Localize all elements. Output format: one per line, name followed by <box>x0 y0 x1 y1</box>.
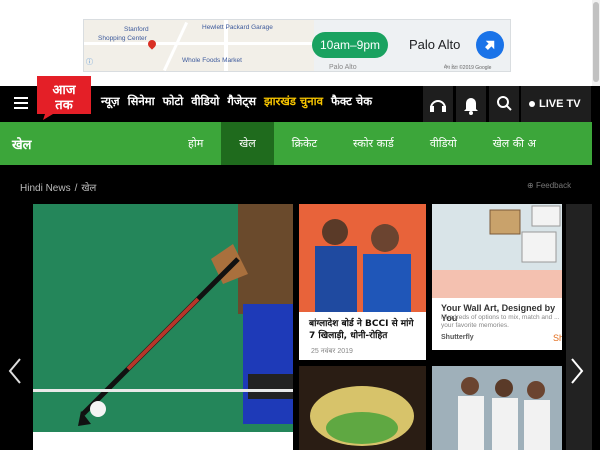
feedback-button[interactable]: ⊕ Feedback <box>527 181 571 190</box>
nav-item-video[interactable]: वीडियो <box>191 94 219 109</box>
tab-cricket[interactable]: क्रिकेट <box>274 122 335 165</box>
section-nav: खेल होम खेल क्रिकेट स्कोर कार्ड वीडियो ख… <box>0 122 592 165</box>
hero-caption-bar <box>33 432 293 450</box>
carousel-next-icon[interactable] <box>570 358 584 384</box>
field-line <box>33 389 293 392</box>
news-card-title: बांग्लादेश बोर्ड ने BCCI से मांगे 7 खिला… <box>309 319 414 341</box>
hours-badge: 10am–9pm <box>312 32 388 58</box>
audio-icon[interactable] <box>423 86 453 122</box>
map-ad[interactable]: Stanford Shopping Center Hewlett Packard… <box>83 19 511 72</box>
nav-item-fact-check[interactable]: फैक्ट चेक <box>331 94 372 109</box>
place-name: Palo Alto <box>409 37 461 52</box>
menu-icon[interactable] <box>14 97 28 109</box>
tab-sports-more[interactable]: खेल की अ <box>475 122 554 165</box>
bell-icon[interactable] <box>456 86 486 122</box>
map-image: Stanford Shopping Center Hewlett Packard… <box>84 20 314 71</box>
nav-item-photo[interactable]: फोटो <box>163 94 184 109</box>
breadcrumb-home[interactable]: Hindi News <box>20 183 71 194</box>
tab-home[interactable]: होम <box>170 122 221 165</box>
sponsored-card-subtitle: Hundreds of options to mix, match and ..… <box>441 314 560 329</box>
tab-sports[interactable]: खेल <box>221 122 274 165</box>
news-card-image <box>299 204 426 312</box>
map-credits: मैप डेटा ©2019 Google <box>444 65 492 71</box>
svg-text:आज: आज <box>53 83 77 98</box>
hero-story-image[interactable] <box>33 204 293 450</box>
nav-item-cinema[interactable]: सिनेमा <box>128 94 155 109</box>
feedback-icon: ⊕ <box>527 181 536 190</box>
svg-text:तक: तक <box>54 98 73 113</box>
aajtak-logo[interactable]: आज तक <box>33 74 95 120</box>
news-card[interactable]: बांग्लादेश बोर्ड ने BCCI से मांगे 7 खिला… <box>299 204 426 360</box>
scrollbar[interactable] <box>592 0 600 86</box>
tab-scorecard[interactable]: स्कोर कार्ड <box>335 122 412 165</box>
carousel-prev-icon[interactable] <box>8 358 22 384</box>
map-label: Stanford <box>124 26 149 33</box>
breadcrumb-current: खेल <box>81 183 97 194</box>
section-tabs: होम खेल क्रिकेट स्कोर कार्ड वीडियो खेल क… <box>170 122 554 165</box>
main-nav: न्यूज़ सिनेमा फोटो वीडियो गैजेट्स झारखंड… <box>101 94 372 109</box>
next-card-peek <box>566 204 592 450</box>
news-card-stadium[interactable] <box>299 366 426 450</box>
stadium-image <box>299 366 426 450</box>
breadcrumb-separator: / <box>74 183 78 194</box>
team-image <box>432 366 562 450</box>
live-tv-button[interactable]: LIVE TV <box>521 86 591 122</box>
sponsored-card[interactable]: Your Wall Art, Designed by You Hundreds … <box>432 204 562 350</box>
map-pin-icon <box>146 38 158 50</box>
nav-item-jharkhand-election[interactable]: झारखंड चुनाव <box>264 94 323 109</box>
page: Stanford Shopping Center Hewlett Packard… <box>0 0 600 450</box>
search-icon[interactable] <box>489 86 519 122</box>
sponsored-card-image <box>432 204 562 298</box>
live-tv-label: LIVE TV <box>539 98 581 110</box>
tab-video[interactable]: वीडियो <box>412 122 475 165</box>
sponsored-card-cta[interactable]: Sh <box>553 333 562 343</box>
section-title: खेल <box>12 138 32 153</box>
nav-item-gadgets[interactable]: गैजेट्स <box>227 94 256 109</box>
breadcrumb: Hindi News / खेल <box>20 180 100 194</box>
live-dot-icon <box>529 101 535 108</box>
news-card-date: 25 नवंबर 2019 <box>311 348 353 355</box>
nav-item-news[interactable]: न्यूज़ <box>101 94 120 109</box>
map-label: Shopping Center <box>98 35 147 42</box>
directions-icon[interactable] <box>476 31 504 59</box>
ad-info-icon[interactable]: ⓘ <box>86 57 93 67</box>
map-label: Whole Foods Market <box>182 57 242 64</box>
map-label: Hewlett Packard Garage <box>202 24 273 31</box>
news-card-team[interactable] <box>432 366 562 450</box>
feedback-label: Feedback <box>535 181 572 190</box>
sponsored-card-brand: Shutterfly <box>441 334 474 341</box>
map-label: Palo Alto <box>329 64 357 71</box>
